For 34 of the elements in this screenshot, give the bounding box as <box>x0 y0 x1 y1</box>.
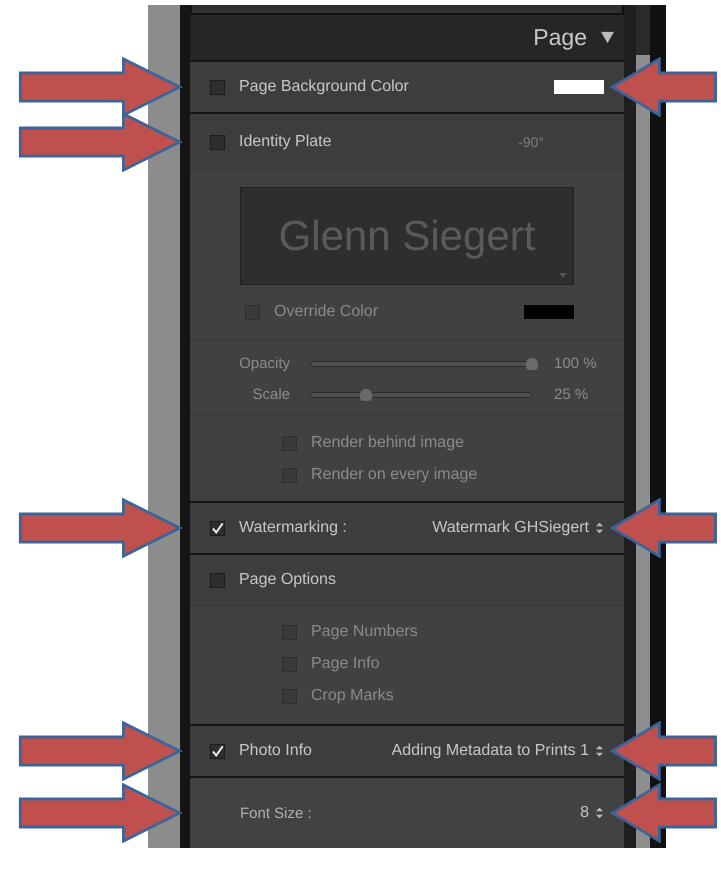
option-label: Render on every image <box>311 466 478 484</box>
watermark-dropdown[interactable]: Watermark GHSiegert <box>432 519 589 537</box>
font-size-dropdown[interactable]: 8 <box>580 804 589 822</box>
option-label: Render behind image <box>311 434 464 452</box>
section-label: Watermarking : <box>239 519 347 537</box>
section-label: Page Options <box>239 571 336 589</box>
checkbox[interactable] <box>210 572 225 588</box>
stepper-icon <box>595 521 604 535</box>
checked-checkbox[interactable] <box>210 744 225 758</box>
option-label: Page Info <box>311 655 380 673</box>
section-label: Page Background Color <box>239 78 409 96</box>
collapse-triangle-icon[interactable] <box>601 31 614 44</box>
color-swatch[interactable] <box>554 80 604 94</box>
checked-checkbox[interactable] <box>210 520 225 536</box>
section-label: Photo Info <box>239 742 312 760</box>
section-label: Identity Plate <box>239 133 332 151</box>
slider-value: 100 % <box>554 355 597 372</box>
caret-icon <box>559 273 567 278</box>
slider-thumb[interactable] <box>526 358 538 370</box>
option-label: Crop Marks <box>311 687 394 705</box>
field-label: Font Size : <box>240 804 312 822</box>
slider-thumb[interactable] <box>360 388 372 400</box>
slider-value: 25 % <box>554 386 588 403</box>
option-label: Override Color <box>274 303 378 321</box>
checkbox[interactable] <box>210 134 225 150</box>
stepper-icon <box>595 744 604 758</box>
option-label: Page Numbers <box>311 623 418 641</box>
panel-title: Page <box>533 24 587 51</box>
stepper-icon <box>595 806 604 820</box>
photo-info-dropdown[interactable]: Adding Metadata to Prints 1 <box>392 742 589 760</box>
color-swatch[interactable] <box>524 305 574 319</box>
slider-label: Scale <box>251 386 290 403</box>
checkbox[interactable] <box>210 80 225 94</box>
slider-label: Opacity <box>238 355 290 372</box>
